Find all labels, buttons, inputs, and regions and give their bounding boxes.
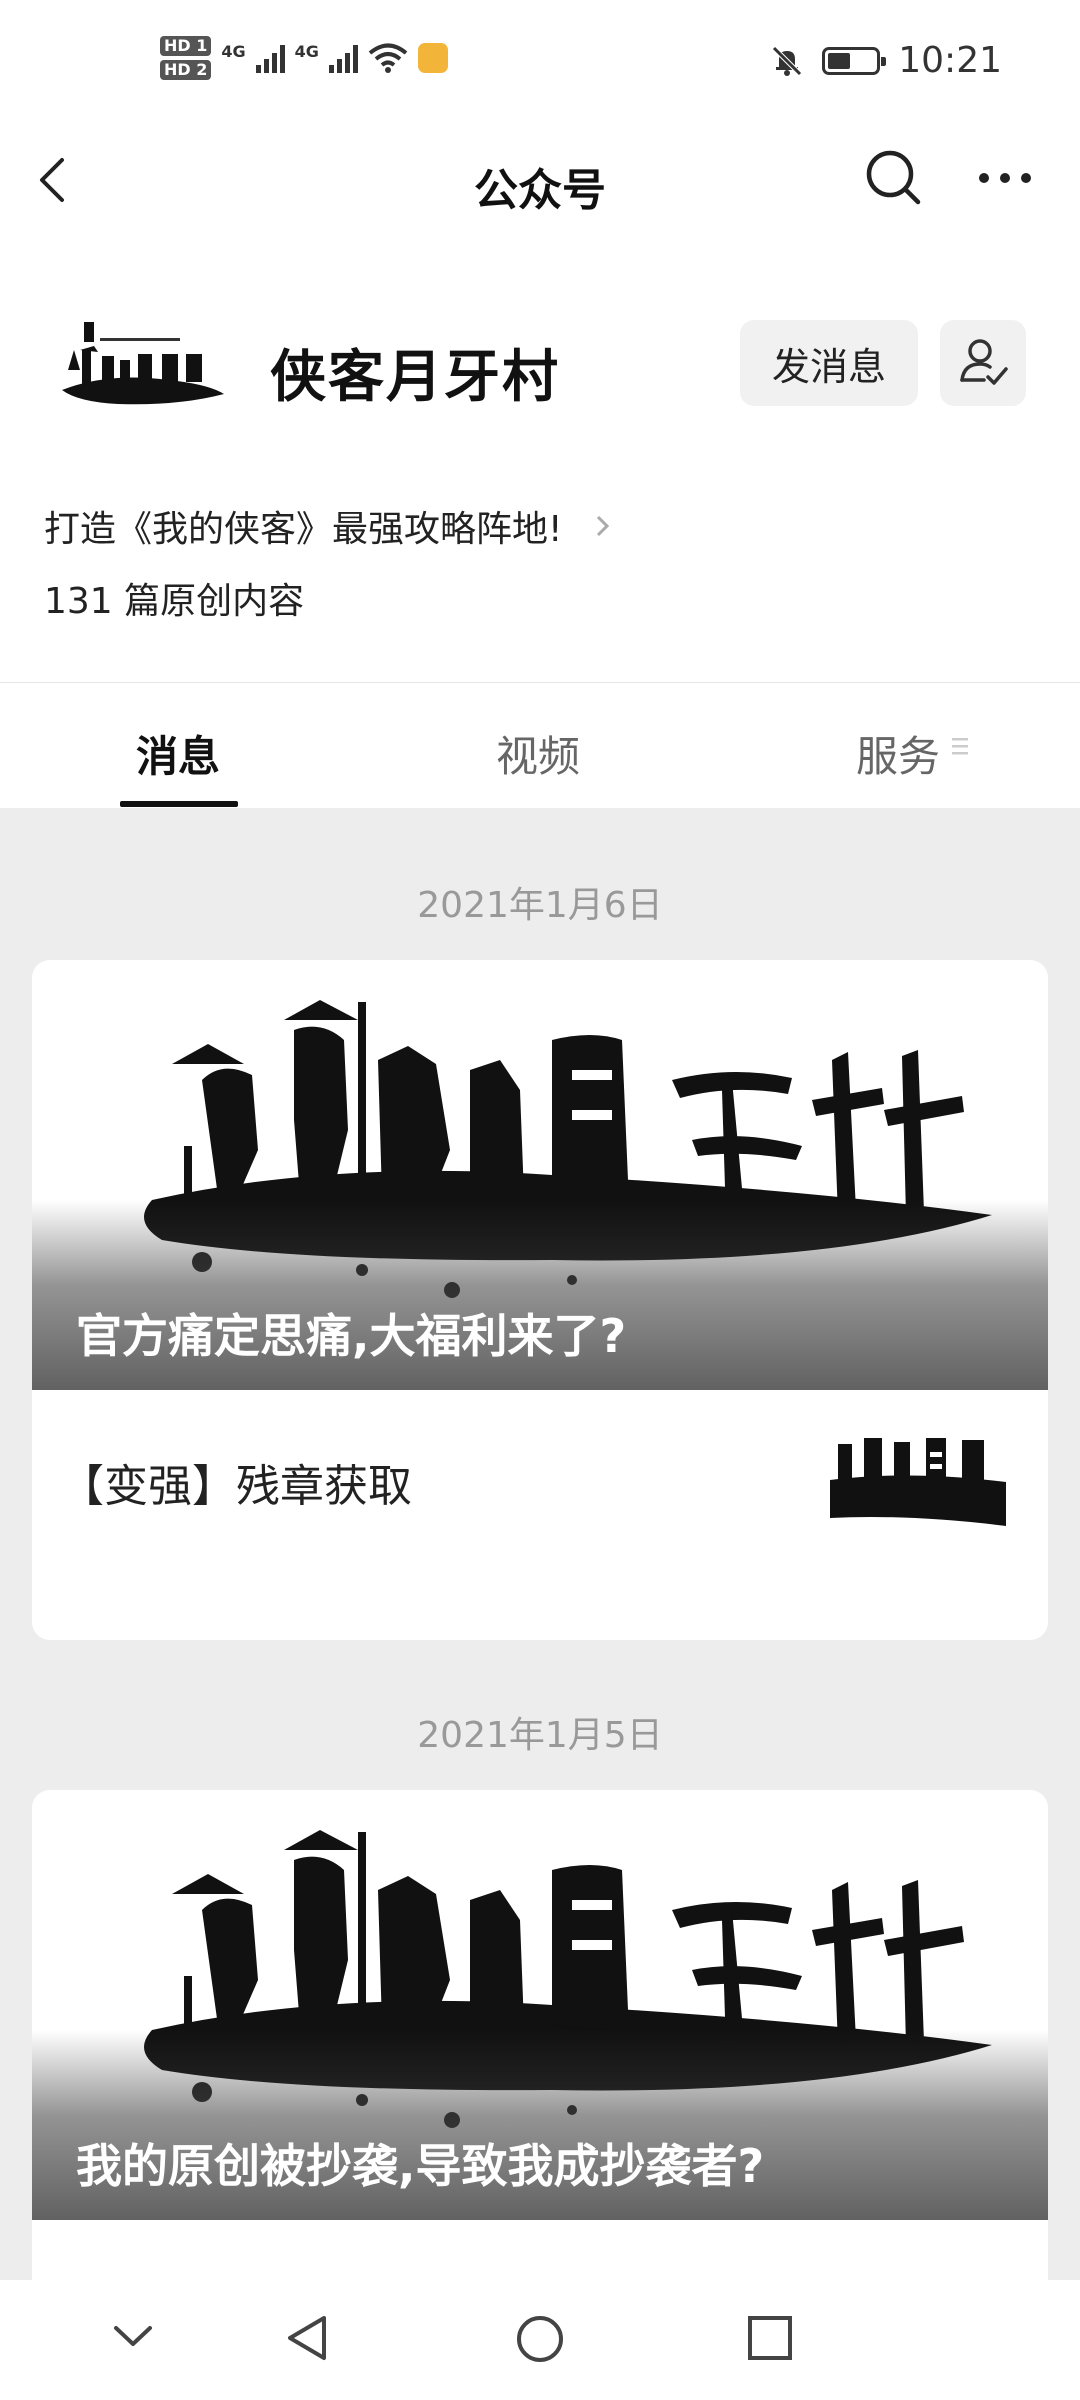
clock: 10:21 bbox=[898, 40, 1002, 81]
tab-bar: 消息 视频 服务 bbox=[0, 683, 1080, 808]
tab-services[interactable]: 服务 bbox=[856, 723, 940, 784]
wifi-icon bbox=[368, 43, 408, 73]
network-type-1: 4G bbox=[221, 41, 246, 61]
send-message-button[interactable]: 发消息 bbox=[740, 320, 918, 406]
account-description: 打造《我的侠客》最强攻略阵地! bbox=[44, 509, 563, 550]
nav-bar: 公众号 bbox=[0, 130, 1080, 230]
menu-icon bbox=[952, 738, 968, 755]
back-triangle-icon[interactable] bbox=[282, 2312, 332, 2364]
signal-bars-2-icon bbox=[328, 43, 358, 73]
follow-status-button[interactable] bbox=[940, 320, 1026, 406]
tab-videos[interactable]: 视频 bbox=[496, 723, 580, 784]
status-left: HD 1 HD 2 4G 4G bbox=[160, 36, 448, 80]
chevron-right-icon bbox=[597, 515, 610, 537]
active-tab-indicator bbox=[120, 801, 238, 807]
chevron-down-icon[interactable] bbox=[110, 2320, 156, 2350]
user-check-icon bbox=[960, 339, 1008, 385]
post-date: 2021年1月5日 bbox=[417, 1715, 663, 1756]
network-type-2: 4G bbox=[294, 41, 319, 61]
article-cover-title: 我的原创被抄袭,导致我成抄袭者? bbox=[76, 2139, 765, 2193]
article-cover-title: 官方痛定思痛,大福利来了? bbox=[76, 1309, 627, 1363]
account-avatar[interactable] bbox=[58, 310, 228, 420]
app-notification-icon bbox=[417, 43, 448, 73]
system-nav-bar bbox=[0, 2280, 1080, 2400]
status-bar: HD 1 HD 2 4G 4G 10:21 bbox=[0, 0, 1080, 130]
hd2-badge: HD 2 bbox=[160, 60, 212, 80]
status-right: 10:21 bbox=[770, 40, 1002, 81]
tab-messages[interactable]: 消息 bbox=[136, 723, 220, 784]
post-date: 2021年1月6日 bbox=[417, 885, 663, 926]
bell-muted-icon bbox=[772, 45, 803, 76]
home-circle-icon[interactable] bbox=[514, 2313, 566, 2365]
original-content-count: 131 篇原创内容 bbox=[44, 581, 305, 622]
article-cover[interactable]: 官方痛定思痛,大福利来了? bbox=[32, 960, 1048, 1390]
signal-bars-1-icon bbox=[255, 43, 285, 73]
recent-apps-square-icon[interactable] bbox=[746, 2314, 794, 2362]
account-name: 侠客月牙村 bbox=[270, 345, 560, 410]
article-thumbnail bbox=[830, 1430, 1006, 1526]
article-sub-title[interactable]: 【变强】残章获取 bbox=[60, 1450, 412, 1514]
more-icon[interactable] bbox=[970, 146, 1040, 210]
article-card[interactable]: 我的原创被抄袭,导致我成抄袭者? bbox=[32, 1790, 1048, 2310]
account-description-row[interactable]: 打造《我的侠客》最强攻略阵地! bbox=[44, 500, 614, 552]
search-icon[interactable] bbox=[862, 146, 926, 210]
article-card[interactable]: 官方痛定思痛,大福利来了? 【变强】残章获取 bbox=[32, 960, 1048, 1640]
article-cover[interactable]: 我的原创被抄袭,导致我成抄袭者? bbox=[32, 1790, 1048, 2220]
hd1-badge: HD 1 bbox=[160, 36, 212, 56]
hd-badges: HD 1 HD 2 bbox=[160, 36, 212, 80]
battery-icon bbox=[822, 46, 887, 75]
account-header: 侠客月牙村 发消息 bbox=[0, 290, 1080, 440]
